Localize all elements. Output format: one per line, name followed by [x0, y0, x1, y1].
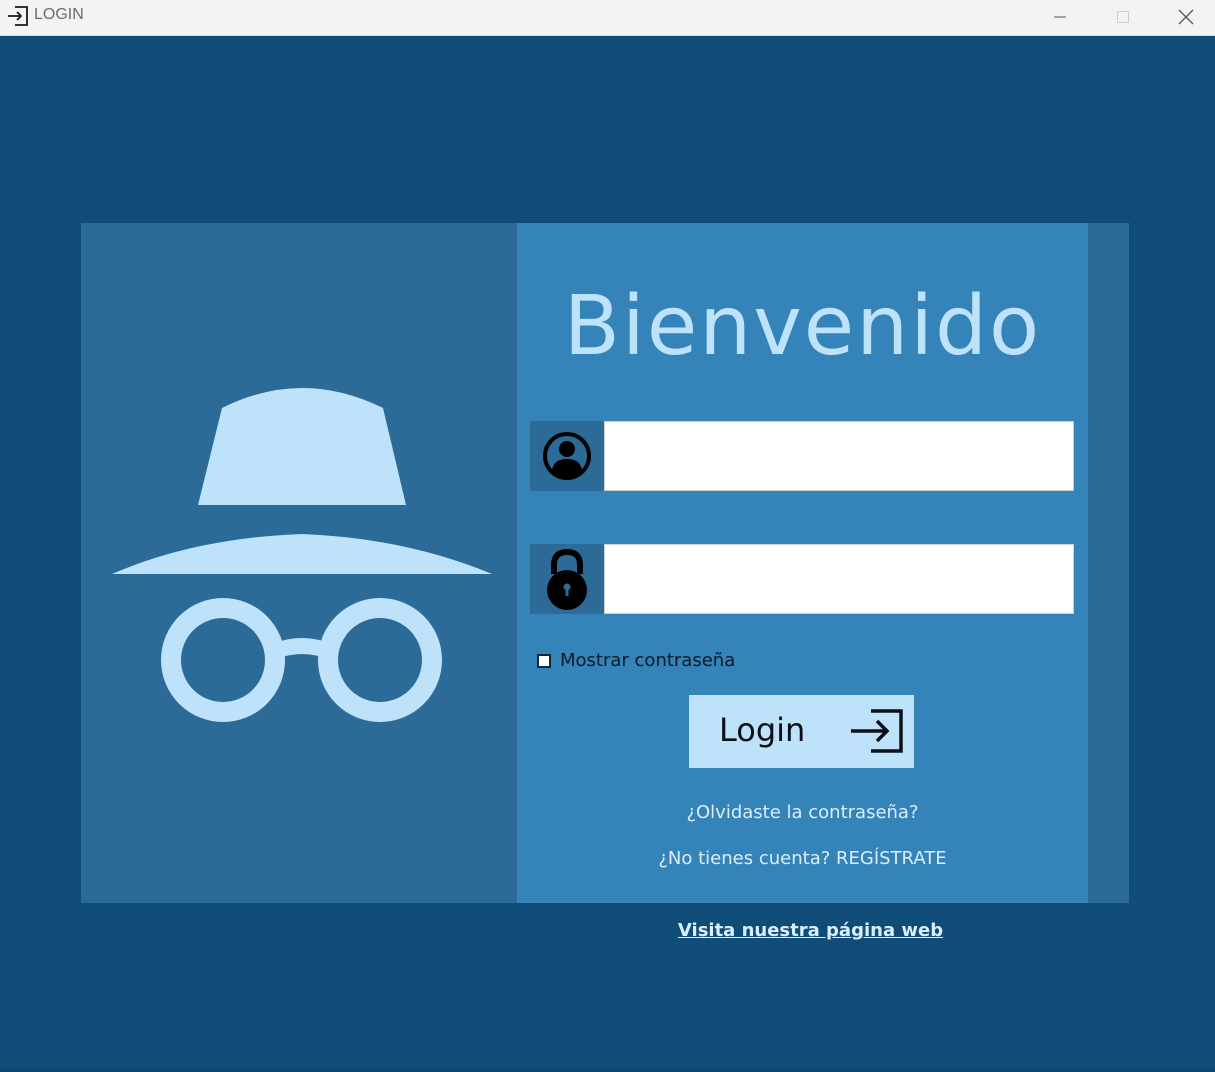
login-window: LOGIN Bienvenido Mostrar contraseña Logi…	[0, 0, 1215, 1072]
forgot-password-link[interactable]: ¿Olvidaste la contraseña?	[517, 802, 1088, 823]
show-password-label[interactable]: Mostrar contraseña	[560, 650, 735, 671]
user-icon	[543, 432, 591, 480]
incognito-icon	[112, 388, 492, 722]
lock-icon	[547, 548, 587, 610]
window-bottom-edge	[0, 1068, 1215, 1072]
register-link[interactable]: ¿No tienes cuenta? REGÍSTRATE	[517, 848, 1088, 869]
login-arrow-icon	[851, 709, 903, 753]
login-button-label: Login	[719, 711, 806, 749]
minimize-icon	[1054, 16, 1066, 18]
login-arrow-icon	[8, 6, 28, 26]
password-input[interactable]	[604, 544, 1074, 614]
maximize-button[interactable]	[1092, 0, 1154, 34]
username-input[interactable]	[604, 421, 1074, 491]
panel-edge	[1088, 223, 1129, 903]
login-button[interactable]: Login	[689, 695, 914, 768]
window-title: LOGIN	[34, 6, 84, 23]
maximize-icon	[1117, 11, 1129, 23]
close-icon	[1178, 9, 1194, 25]
welcome-heading: Bienvenido	[563, 279, 1042, 374]
title-bar: LOGIN	[0, 0, 1215, 36]
close-button[interactable]	[1155, 0, 1215, 34]
minimize-button[interactable]	[1029, 0, 1091, 34]
checkbox-box[interactable]	[537, 653, 551, 668]
username-icon-box	[530, 421, 604, 491]
website-link[interactable]: Visita nuestra página web	[517, 920, 1104, 941]
password-icon-box	[530, 544, 604, 614]
show-password-checkbox[interactable]: Mostrar contraseña	[537, 650, 735, 671]
